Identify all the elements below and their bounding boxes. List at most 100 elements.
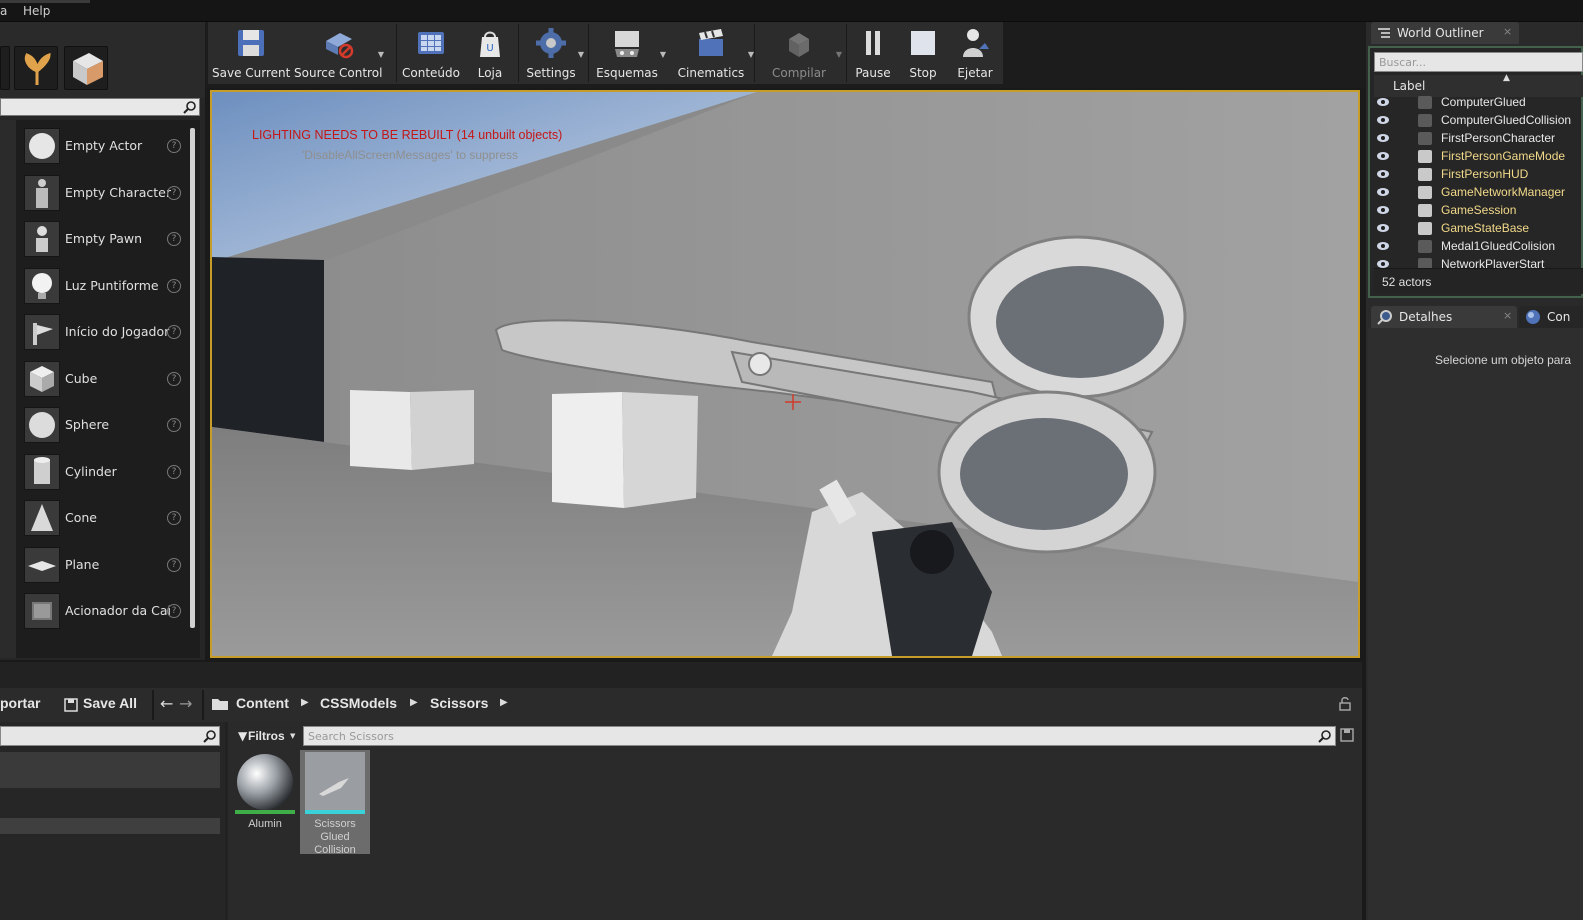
actor-type-icon bbox=[1418, 240, 1432, 253]
visibility-eye-icon[interactable] bbox=[1376, 168, 1390, 180]
pause-button[interactable]: Pause bbox=[850, 22, 896, 84]
menu-item-prev[interactable]: a bbox=[0, 4, 7, 18]
static-mesh-thumbnail bbox=[305, 752, 365, 814]
visibility-eye-icon[interactable] bbox=[1376, 222, 1390, 234]
sources-search-input[interactable] bbox=[0, 726, 220, 746]
outliner-row[interactable]: GameStateBase bbox=[1374, 220, 1583, 238]
filters-button[interactable]: ▼ Filtros ▼ bbox=[234, 725, 298, 747]
place-search-input[interactable] bbox=[0, 98, 200, 116]
visibility-eye-icon[interactable] bbox=[1376, 240, 1390, 252]
sort-ascending-icon[interactable]: ▲ bbox=[1503, 73, 1510, 83]
toolbar-separator bbox=[754, 24, 755, 82]
tab-details[interactable]: Detalhes × bbox=[1371, 306, 1517, 328]
tab-content[interactable]: Con bbox=[1519, 306, 1583, 328]
close-icon[interactable]: × bbox=[1503, 309, 1512, 322]
breadcrumb-chevron-icon[interactable]: ▶ bbox=[301, 697, 309, 708]
cinematics-button[interactable]: Cinematics ▼ bbox=[670, 22, 754, 84]
outliner-label-column: Label bbox=[1393, 79, 1426, 93]
source-control-dropdown-icon[interactable]: ▼ bbox=[378, 50, 384, 59]
compile-button[interactable]: Compilar ▼ bbox=[758, 22, 842, 84]
mode-button-foliage[interactable] bbox=[14, 46, 58, 90]
place-item[interactable]: Empty Pawn? bbox=[0, 217, 188, 263]
place-item[interactable]: Sphere? bbox=[0, 403, 188, 449]
blueprints-dropdown-icon[interactable]: ▼ bbox=[660, 50, 666, 59]
settings-dropdown-icon[interactable]: ▼ bbox=[578, 50, 584, 59]
actor-type-icon bbox=[1418, 222, 1432, 235]
visibility-eye-icon[interactable] bbox=[1376, 132, 1390, 144]
close-icon[interactable]: × bbox=[1503, 25, 1512, 38]
sources-folder-row[interactable] bbox=[0, 818, 220, 834]
place-item[interactable]: Luz Puntiforme? bbox=[0, 264, 188, 310]
asset-tile[interactable]: Alumin bbox=[230, 750, 300, 854]
save-search-icon[interactable] bbox=[1340, 728, 1354, 742]
save-current-button[interactable]: Save Current bbox=[212, 22, 290, 84]
outliner-row[interactable]: FirstPersonGameMode bbox=[1374, 148, 1583, 166]
place-item[interactable]: Início do Jogador? bbox=[0, 310, 188, 356]
place-item[interactable]: Cylinder? bbox=[0, 450, 188, 496]
content-button[interactable]: Conteúdo bbox=[400, 22, 462, 84]
help-icon[interactable]: ? bbox=[167, 604, 181, 618]
asset-search-input[interactable]: Search Scissors bbox=[303, 726, 1336, 746]
toolbar-separator bbox=[518, 24, 519, 82]
help-icon[interactable]: ? bbox=[167, 232, 181, 246]
toolbar-separator bbox=[846, 24, 847, 82]
marketplace-button[interactable]: U Loja bbox=[468, 22, 512, 84]
visibility-eye-icon[interactable] bbox=[1376, 150, 1390, 162]
mode-button-place[interactable] bbox=[0, 46, 10, 90]
toolbar-separator bbox=[396, 24, 397, 82]
outliner-row[interactable]: FirstPersonCharacter bbox=[1374, 130, 1583, 148]
compile-dropdown-icon[interactable]: ▼ bbox=[836, 50, 842, 59]
mode-button-geometry[interactable] bbox=[64, 46, 108, 90]
blueprints-label: Esquemas bbox=[596, 66, 658, 80]
place-item[interactable]: Plane? bbox=[0, 543, 188, 589]
import-button[interactable]: portar bbox=[0, 695, 40, 711]
outliner-row[interactable]: Medal1GluedColision bbox=[1374, 238, 1583, 256]
visibility-eye-icon[interactable] bbox=[1376, 96, 1390, 108]
forward-arrow-icon[interactable]: → bbox=[179, 694, 192, 713]
help-icon[interactable]: ? bbox=[167, 557, 181, 572]
actor-count: 52 actors bbox=[1382, 275, 1432, 289]
help-icon[interactable]: ? bbox=[167, 418, 181, 432]
breadcrumb-chevron-icon[interactable]: ▶ bbox=[500, 697, 508, 708]
help-icon[interactable]: ? bbox=[167, 139, 181, 153]
outliner-row[interactable]: FirstPersonHUD bbox=[1374, 166, 1583, 184]
menu-item-help[interactable]: Help bbox=[23, 4, 50, 18]
place-item[interactable]: Cone? bbox=[0, 496, 188, 542]
visibility-eye-icon[interactable] bbox=[1376, 114, 1390, 126]
help-icon[interactable]: ? bbox=[167, 511, 181, 525]
help-icon[interactable]: ? bbox=[167, 371, 181, 386]
outliner-row[interactable]: GameSession bbox=[1374, 202, 1583, 220]
help-icon[interactable]: ? bbox=[167, 278, 181, 293]
sources-folder-row[interactable] bbox=[0, 752, 220, 788]
outliner-row[interactable]: GameNetworkManager bbox=[1374, 184, 1583, 202]
asset-tile-selected[interactable]: Scissors Glued Collision bbox=[300, 750, 370, 856]
outliner-row[interactable]: ComputerGluedCollision bbox=[1374, 112, 1583, 130]
breadcrumb-chevron-icon[interactable]: ▶ bbox=[410, 697, 418, 708]
breadcrumb-scissors[interactable]: Scissors bbox=[430, 695, 488, 711]
blueprints-button[interactable]: Esquemas ▼ bbox=[590, 22, 666, 84]
visibility-eye-icon[interactable] bbox=[1376, 186, 1390, 198]
level-viewport[interactable]: LIGHTING NEEDS TO BE REBUILT (14 unbuilt… bbox=[210, 90, 1360, 658]
help-icon[interactable]: ? bbox=[167, 325, 181, 339]
place-item[interactable]: Acionador da Cai? bbox=[0, 589, 188, 635]
place-item[interactable]: Empty Character? bbox=[0, 171, 188, 217]
back-arrow-icon[interactable]: ← bbox=[160, 694, 173, 713]
help-icon[interactable]: ? bbox=[167, 464, 181, 479]
settings-button[interactable]: Settings ▼ bbox=[520, 22, 584, 84]
eject-button[interactable]: Ejetar bbox=[952, 22, 998, 84]
place-item-label: Empty Character bbox=[65, 184, 171, 200]
place-item[interactable]: Cube? bbox=[0, 357, 188, 403]
place-list-scrollbar[interactable] bbox=[190, 128, 195, 628]
source-control-button[interactable]: Source Control ▼ bbox=[294, 22, 384, 84]
outliner-row[interactable]: ComputerGlued bbox=[1374, 94, 1583, 112]
visibility-eye-icon[interactable] bbox=[1376, 204, 1390, 216]
help-icon[interactable]: ? bbox=[167, 185, 181, 200]
tab-world-outliner[interactable]: World Outliner × bbox=[1371, 22, 1519, 44]
outliner-search-input[interactable]: Buscar... bbox=[1374, 52, 1583, 72]
breadcrumb-cssmodels[interactable]: CSSModels bbox=[320, 695, 397, 711]
place-item[interactable]: Empty Actor? bbox=[0, 124, 188, 170]
breadcrumb-content[interactable]: Content bbox=[236, 695, 289, 711]
lock-icon[interactable] bbox=[1338, 697, 1352, 711]
save-all-button[interactable]: Save All bbox=[52, 690, 149, 720]
stop-button[interactable]: Stop bbox=[900, 22, 946, 84]
